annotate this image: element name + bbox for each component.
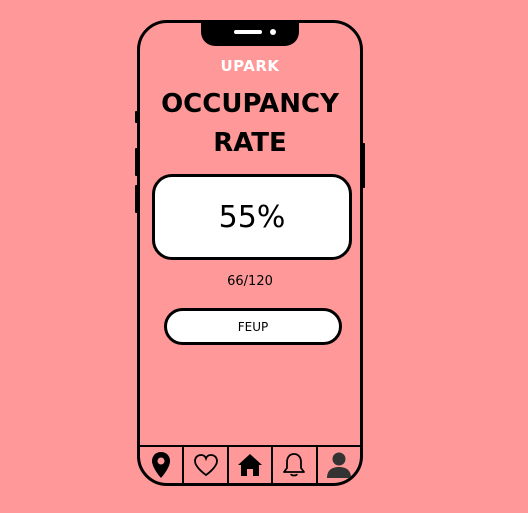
side-button-left-1 bbox=[135, 111, 138, 123]
nav-favorites[interactable] bbox=[182, 447, 226, 483]
nav-profile[interactable] bbox=[315, 447, 360, 483]
occupancy-rate-value: 55% bbox=[218, 199, 286, 235]
nav-map[interactable] bbox=[140, 447, 182, 483]
bottom-nav bbox=[140, 445, 360, 483]
speaker bbox=[234, 30, 262, 34]
bell-icon bbox=[283, 453, 306, 477]
notch bbox=[201, 20, 299, 46]
page-title: OCCUPANCY RATE bbox=[140, 85, 360, 163]
app-brand: UPARK bbox=[220, 57, 280, 75]
occupancy-count: 66/120 bbox=[227, 274, 273, 289]
home-icon bbox=[238, 454, 263, 476]
heart-icon bbox=[193, 454, 218, 477]
side-button-left-3 bbox=[135, 185, 138, 213]
occupancy-rate-card: 55% bbox=[152, 174, 352, 260]
page-title-line-2: RATE bbox=[213, 128, 287, 158]
phone-frame: UPARK OCCUPANCY RATE 55% 66/120 FEUP bbox=[135, 20, 365, 486]
nav-home[interactable] bbox=[226, 447, 271, 483]
side-button-left-2 bbox=[135, 148, 138, 176]
map-pin-icon bbox=[152, 452, 171, 478]
camera-icon bbox=[270, 29, 276, 35]
nav-notifications[interactable] bbox=[271, 447, 315, 483]
location-label: FEUP bbox=[237, 319, 269, 334]
side-button-right bbox=[362, 143, 365, 188]
user-icon bbox=[326, 452, 351, 478]
page-title-line-1: OCCUPANCY bbox=[161, 89, 339, 119]
location-button[interactable]: FEUP bbox=[164, 308, 342, 345]
